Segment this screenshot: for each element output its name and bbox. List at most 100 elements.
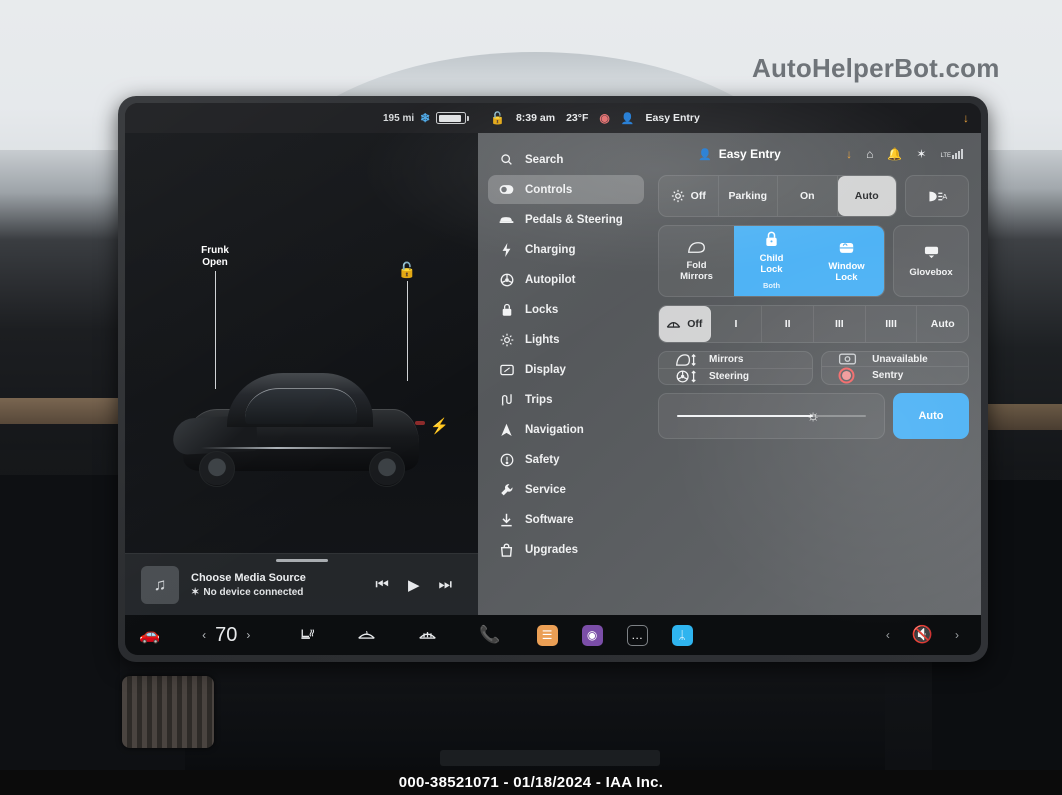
controls-pane: Search Controls Pedals & Steering Charging A…: [478, 133, 981, 615]
adjust-cell-label: Steering: [709, 370, 750, 382]
navigation-icon: [499, 423, 514, 437]
lock-tiles-row: Fold Mirrors Child Lock Both Window Lock Glove…: [658, 225, 969, 297]
steering-icon: [499, 273, 514, 287]
heated-seat-icon[interactable]: [298, 627, 315, 644]
brightness-slider[interactable]: ☼: [658, 393, 885, 439]
auto-brightness-button[interactable]: Auto: [893, 393, 969, 439]
headlight-mode-on[interactable]: On: [778, 176, 838, 216]
sentry-record-icon[interactable]: ◉: [599, 111, 609, 125]
mirror-adjust-icon: [675, 353, 697, 367]
app-purple-icon[interactable]: ◉: [581, 624, 603, 646]
tesla-touchscreen: 195 mi ❄ 🔓 8:39 am 23°F ◉ 👤 Easy Entry ↓: [125, 103, 981, 655]
bag-icon: [499, 542, 514, 557]
temp-decrease-button[interactable]: ‹: [202, 628, 206, 642]
temp-value[interactable]: 70: [215, 624, 237, 647]
car-visualization[interactable]: FrunkOpen 🔓 TrunkOpen: [125, 133, 529, 553]
app-more-icon[interactable]: …: [626, 624, 648, 646]
climate-icons: 📞: [298, 625, 501, 645]
skip-previous-icon[interactable]: ⏮: [375, 576, 389, 593]
car-icon: [499, 214, 514, 225]
headlight-mode-parking[interactable]: Parking: [719, 176, 778, 216]
app-shortcuts: ☰ ◉ … ᛦ: [536, 624, 693, 646]
panel-title[interactable]: 👤 Easy Entry: [698, 147, 781, 161]
lock-tiles: Fold Mirrors Child Lock Both Window Lock: [658, 225, 885, 297]
touchscreen-bezel: 195 mi ❄ 🔓 8:39 am 23°F ◉ 👤 Easy Entry ↓: [118, 96, 988, 662]
skip-next-icon[interactable]: ⏭: [438, 576, 452, 593]
sidebar-item-display[interactable]: Display: [488, 355, 644, 384]
front-defrost-icon[interactable]: [357, 628, 376, 643]
sidebar-item-controls[interactable]: Controls: [488, 175, 644, 204]
adjust-cell-label: Sentry: [872, 370, 904, 381]
wiper-speed-i[interactable]: I: [711, 306, 763, 342]
lte-signal-icon[interactable]: LTE: [940, 149, 963, 159]
brightness-track[interactable]: ☼: [677, 408, 866, 425]
media-drag-handle[interactable]: [275, 559, 328, 562]
sidebar-item-label: Trips: [525, 393, 553, 406]
download-icon[interactable]: ↓: [846, 147, 852, 161]
sidebar-item-pedals-steering[interactable]: Pedals & Steering: [488, 205, 644, 234]
sidebar-item-trips[interactable]: Trips: [488, 385, 644, 414]
wiper-speed-iii[interactable]: III: [814, 306, 866, 342]
adjust-left-group: Mirrors Steering: [658, 351, 814, 385]
headlight-mode-auto[interactable]: Auto: [837, 176, 896, 216]
sidebar-item-safety[interactable]: Safety: [488, 445, 644, 474]
door-panel-left: [0, 475, 120, 795]
sentry-adjust-cell[interactable]: Sentry: [822, 366, 968, 384]
volume-muted-icon[interactable]: 🔇: [912, 625, 933, 645]
sidebar-item-software[interactable]: Software: [488, 505, 644, 534]
auto-highbeam-icon[interactable]: A: [905, 175, 969, 217]
adjust-right-group: Unavailable Sentry: [821, 351, 969, 385]
unavailable-adjust-cell[interactable]: Unavailable: [822, 352, 968, 366]
sidebar-item-service[interactable]: Service: [488, 475, 644, 504]
child-lock-tile[interactable]: Child Lock Both: [734, 226, 809, 296]
app-orange-icon[interactable]: ☰: [536, 624, 558, 646]
status-bar: 195 mi ❄ 🔓 8:39 am 23°F ◉ 👤 Easy Entry ↓: [125, 103, 981, 133]
sidebar-item-locks[interactable]: Locks: [488, 295, 644, 324]
wiper-speed-ii[interactable]: II: [762, 306, 815, 342]
snowflake-icon: ❄: [420, 111, 431, 125]
sidebar-item-label: Upgrades: [525, 543, 579, 556]
sidebar-item-autopilot[interactable]: Autopilot: [488, 265, 644, 294]
sidebar-item-lights[interactable]: Lights: [488, 325, 644, 354]
wiper-speed-iiii[interactable]: IIII: [866, 306, 918, 342]
status-bar-left: 195 mi ❄: [383, 111, 469, 125]
mirrors-adjust-cell[interactable]: Mirrors: [659, 352, 812, 368]
phone-icon[interactable]: 📞: [479, 625, 500, 645]
adjust-row: Mirrors Steering Unavailable Sentry: [658, 351, 969, 385]
bell-icon[interactable]: 🔔: [887, 147, 902, 161]
home-icon[interactable]: ⌂: [866, 147, 873, 161]
wiper-speed-label: IIII: [885, 318, 897, 330]
rear-defrost-icon[interactable]: [418, 628, 437, 643]
glovebox-button[interactable]: Glovebox: [893, 225, 969, 297]
car-icon[interactable]: 🚗: [139, 625, 160, 645]
window-lock-tile[interactable]: Window Lock: [809, 226, 884, 296]
unlock-icon[interactable]: 🔓: [398, 261, 417, 279]
media-player-bar[interactable]: ♫ Choose Media Source ✶ No device connec…: [125, 553, 478, 615]
sidebar-item-search[interactable]: Search: [488, 145, 644, 174]
car-model-render: ⚡: [165, 361, 449, 493]
sidebar-item-navigation[interactable]: Navigation: [488, 415, 644, 444]
volume-decrease-button[interactable]: ‹: [886, 628, 890, 642]
media-title[interactable]: Choose Media Source: [191, 572, 375, 584]
app-bluetooth-icon[interactable]: ᛦ: [671, 624, 693, 646]
window-lock-icon: [838, 240, 855, 256]
temperature-stepper: ‹ 70 ›: [202, 624, 250, 647]
wiper-speed-off[interactable]: Off: [659, 306, 711, 342]
bluetooth-icon[interactable]: ✶: [916, 147, 926, 161]
sidebar-item-charging[interactable]: Charging: [488, 235, 644, 264]
unlock-icon[interactable]: 🔓: [490, 111, 505, 125]
bolt-icon: [499, 242, 514, 257]
headlight-mode-off[interactable]: Off: [659, 176, 719, 216]
wiper-speed-auto[interactable]: Auto: [917, 306, 968, 342]
sun-icon: [499, 333, 514, 347]
sidebar-item-upgrades[interactable]: Upgrades: [488, 535, 644, 564]
driver-profile-name[interactable]: Easy Entry: [646, 112, 700, 124]
play-icon[interactable]: ▶: [408, 576, 420, 594]
media-controls: ⏮ ▶ ⏭: [375, 576, 452, 594]
temp-increase-button[interactable]: ›: [246, 628, 250, 642]
download-icon[interactable]: ↓: [963, 111, 969, 125]
brightness-sun-icon[interactable]: ☼: [806, 408, 820, 425]
steering-adjust-cell[interactable]: Steering: [659, 367, 813, 385]
volume-increase-button[interactable]: ›: [955, 628, 959, 642]
fold-mirrors-tile[interactable]: Fold Mirrors: [659, 226, 734, 296]
